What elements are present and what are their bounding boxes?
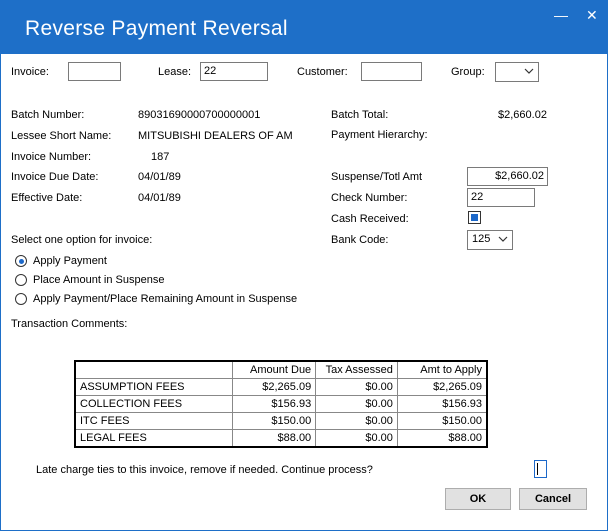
window-title: Reverse Payment Reversal (25, 17, 288, 40)
fees-table: Amount Due Tax Assessed Amt to Apply ASS… (74, 360, 488, 448)
check-number-input[interactable]: 22 (467, 188, 535, 207)
suspense-total-input[interactable]: $2,660.02 (467, 167, 548, 186)
radio-place-in-suspense[interactable] (15, 274, 27, 286)
tax-assessed: $0.00 (315, 412, 398, 430)
amt-to-apply[interactable]: $150.00 (396, 412, 488, 430)
radio-apply-payment-label[interactable]: Apply Payment (33, 255, 107, 267)
lessee-short-name-label: Lessee Short Name: (11, 130, 112, 142)
ok-button[interactable]: OK (445, 488, 511, 510)
text-caret (537, 463, 538, 475)
amount-due: $150.00 (231, 412, 317, 430)
cancel-button[interactable]: Cancel (519, 488, 587, 510)
lessee-short-name-value: MITSUBISHI DEALERS OF AM (138, 130, 293, 142)
tax-assessed: $0.00 (315, 395, 398, 413)
late-charge-message: Late charge ties to this invoice, remove… (36, 464, 373, 476)
cash-received-checkbox[interactable] (468, 211, 481, 224)
fee-name: ASSUMPTION FEES (74, 378, 233, 396)
lease-input[interactable]: 22 (200, 62, 268, 81)
fee-name: LEGAL FEES (74, 429, 233, 448)
checkbox-fill (471, 214, 478, 221)
invoice-number-label: Invoice Number: (11, 151, 92, 163)
reverse-payment-dialog: Reverse Payment Reversal — ✕ Invoice: Le… (0, 0, 608, 531)
effective-date-value: 04/01/89 (138, 192, 181, 204)
group-label: Group: (451, 66, 485, 78)
table-row[interactable]: ITC FEES $150.00 $0.00 $150.00 (74, 412, 488, 430)
batch-number-value: 89031690000700000001 (138, 109, 261, 121)
minimize-icon[interactable]: — (554, 7, 568, 23)
column-header-amount-due: Amount Due (231, 360, 317, 379)
tax-assessed: $0.00 (315, 429, 398, 448)
table-row[interactable]: COLLECTION FEES $156.93 $0.00 $156.93 (74, 395, 488, 413)
amt-to-apply[interactable]: $2,265.09 (396, 378, 488, 396)
tax-assessed: $0.00 (315, 378, 398, 396)
table-header-row: Amount Due Tax Assessed Amt to Apply (74, 360, 488, 379)
batch-number-label: Batch Number: (11, 109, 85, 121)
column-header (74, 360, 233, 379)
check-number-label: Check Number: (331, 192, 408, 204)
table-row[interactable]: LEGAL FEES $88.00 $0.00 $88.00 (74, 429, 488, 448)
chevron-down-icon (498, 236, 508, 242)
customer-label: Customer: (297, 66, 348, 78)
invoice-label: Invoice: (11, 66, 49, 78)
radio-apply-and-suspense-label[interactable]: Apply Payment/Place Remaining Amount in … (33, 293, 297, 305)
radio-apply-and-suspense[interactable] (15, 293, 27, 305)
column-header-tax-assessed: Tax Assessed (315, 360, 398, 379)
transaction-comments-label: Transaction Comments: (11, 318, 128, 330)
radio-selected-dot (18, 258, 24, 264)
fee-name: ITC FEES (74, 412, 233, 430)
lease-label: Lease: (158, 66, 192, 78)
chevron-down-icon (524, 68, 534, 74)
invoice-number-value: 187 (151, 151, 170, 163)
invoice-input[interactable] (68, 62, 121, 81)
amount-due: $88.00 (231, 429, 317, 448)
continue-response-input[interactable] (534, 460, 547, 478)
bank-code-label: Bank Code: (331, 234, 389, 246)
cash-received-label: Cash Received: (331, 213, 409, 225)
customer-input[interactable] (361, 62, 422, 81)
radio-apply-payment[interactable] (15, 255, 27, 267)
batch-total-label: Batch Total: (331, 109, 389, 121)
options-prompt: Select one option for invoice: (11, 234, 153, 246)
radio-place-in-suspense-label[interactable]: Place Amount in Suspense (33, 274, 164, 286)
fee-name: COLLECTION FEES (74, 395, 233, 413)
bank-code-value: 125 (472, 233, 491, 245)
payment-hierarchy-label: Payment Hierarchy: (331, 129, 428, 141)
bank-code-select[interactable]: 125 (467, 230, 513, 250)
title-bar: Reverse Payment Reversal — ✕ (1, 1, 607, 54)
invoice-due-date-value: 04/01/89 (138, 171, 181, 183)
effective-date-label: Effective Date: (11, 192, 83, 204)
amount-due: $156.93 (231, 395, 317, 413)
group-select[interactable] (495, 62, 539, 82)
invoice-due-date-label: Invoice Due Date: (11, 171, 99, 183)
amt-to-apply[interactable]: $156.93 (396, 395, 488, 413)
close-icon[interactable]: ✕ (586, 7, 598, 24)
batch-total-value: $2,660.02 (498, 109, 547, 121)
column-header-amt-to-apply: Amt to Apply (396, 360, 488, 379)
amount-due: $2,265.09 (231, 378, 317, 396)
amt-to-apply[interactable]: $88.00 (396, 429, 488, 448)
table-row[interactable]: ASSUMPTION FEES $2,265.09 $0.00 $2,265.0… (74, 378, 488, 396)
suspense-total-label: Suspense/Totl Amt (331, 171, 423, 183)
